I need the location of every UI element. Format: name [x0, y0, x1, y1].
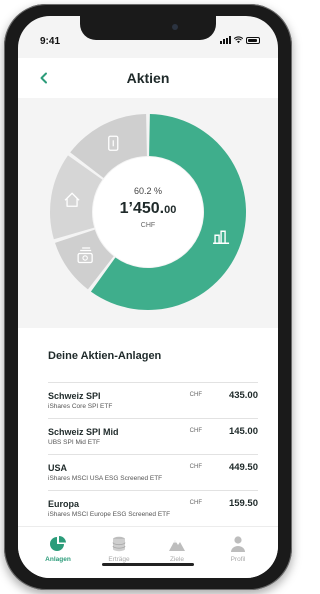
holding-currency: CHF: [189, 428, 202, 434]
camera-icon: [172, 24, 178, 30]
tab-profil[interactable]: Profil: [212, 535, 264, 563]
holding-row[interactable]: Schweiz SPI iShares Core SPI ETF CHF 435.00: [48, 382, 258, 418]
holdings-list: Schweiz SPI iShares Core SPI ETF CHF 435.00…: [48, 382, 258, 526]
wifi-icon: [234, 36, 243, 44]
holding-value: 159.50: [228, 498, 258, 509]
tab-label: Profil: [230, 556, 246, 563]
tab-bar: Anlagen Erträge Ziele Profil: [18, 526, 278, 578]
tab-ertraege[interactable]: Erträge: [93, 535, 145, 563]
coins-icon: [112, 536, 126, 552]
holding-fund: iShares MSCI USA ESG Screened ETF: [48, 475, 163, 482]
holding-currency: CHF: [189, 500, 202, 506]
holding-value: 145.00: [228, 426, 258, 437]
app-screen: 9:41 Aktien 60.2 % 1’450.00 CHF Deine Ak…: [18, 16, 278, 578]
amount-decimals: 00: [164, 204, 177, 216]
nav-header: Aktien: [18, 58, 278, 98]
holding-row[interactable]: Schweiz SPI Mid UBS SPI Mid ETF CHF 145.00: [48, 418, 258, 454]
status-icons: [220, 36, 260, 44]
holding-currency: CHF: [189, 392, 202, 398]
holding-name: USA: [48, 463, 68, 473]
tab-label: Anlagen: [45, 556, 71, 563]
tab-ziele[interactable]: Ziele: [151, 535, 203, 563]
allocation-chart: 60.2 % 1’450.00 CHF: [18, 98, 278, 328]
total-amount: 1’450.00: [98, 200, 198, 218]
holdings-panel: Deine Aktien-Anlagen Schweiz SPI iShares …: [18, 328, 278, 528]
chart-center-summary: 60.2 % 1’450.00 CHF: [98, 186, 198, 229]
home-indicator: [102, 563, 194, 566]
holding-value: 435.00: [228, 390, 258, 401]
holding-fund: iShares Core SPI ETF: [48, 403, 113, 410]
pie-chart-icon: [50, 536, 66, 551]
phone-frame: 9:41 Aktien 60.2 % 1’450.00 CHF Deine Ak…: [4, 4, 292, 590]
status-time: 9:41: [40, 36, 61, 47]
holding-fund: iShares MSCI Europe ESG Screened ETF: [48, 511, 171, 518]
person-icon: [231, 536, 245, 552]
device-notch: [80, 16, 216, 40]
tab-label: Ziele: [169, 556, 185, 563]
battery-icon: [246, 37, 260, 44]
holding-row[interactable]: USA iShares MSCI USA ESG Screened ETF CHF 4…: [48, 454, 258, 490]
holding-row[interactable]: Europa iShares MSCI Europe ESG Screened E…: [48, 490, 258, 526]
mountain-icon: [169, 540, 185, 551]
holding-currency: CHF: [189, 464, 202, 470]
page-title: Aktien: [126, 70, 170, 86]
holding-value: 449.50: [228, 462, 258, 473]
holding-name: Schweiz SPI Mid: [48, 427, 119, 437]
holding-name: Schweiz SPI: [48, 391, 101, 401]
tab-anlagen[interactable]: Anlagen: [32, 535, 84, 563]
holdings-heading: Deine Aktien-Anlagen: [48, 350, 162, 362]
amount-currency: CHF: [140, 222, 156, 229]
tab-label: Erträge: [108, 556, 130, 563]
share-percentage: 60.2 %: [133, 186, 163, 196]
holding-fund: UBS SPI Mid ETF: [48, 439, 101, 446]
holding-name: Europa: [48, 499, 80, 509]
amount-main: 1’450.: [119, 200, 165, 217]
signal-icon: [220, 36, 231, 44]
